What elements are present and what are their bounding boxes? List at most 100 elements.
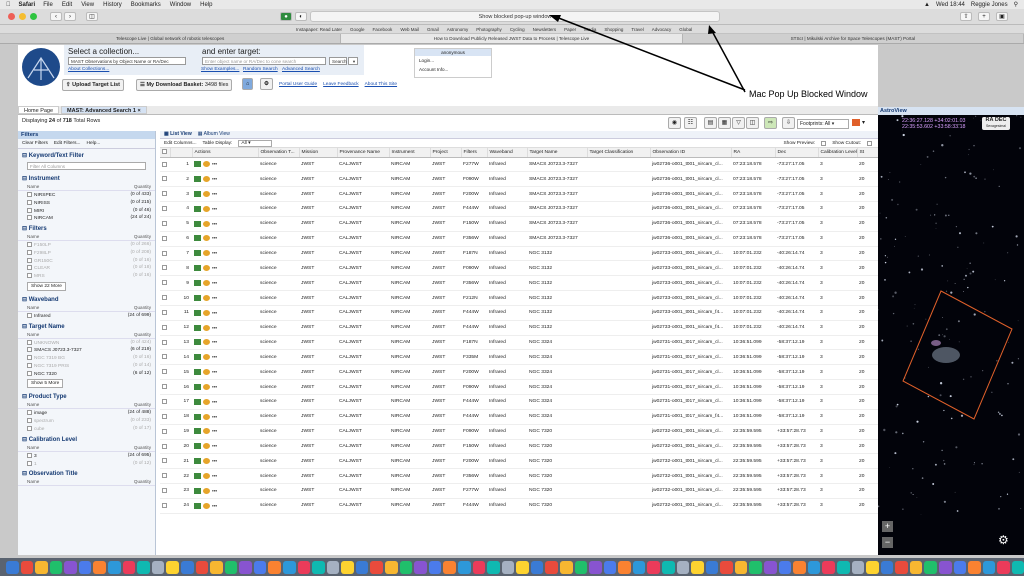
- add-to-basket-icon[interactable]: [203, 265, 210, 272]
- add-to-basket-icon[interactable]: [203, 205, 210, 212]
- preview-icon[interactable]: [194, 294, 201, 301]
- dock-app-icon[interactable]: [457, 560, 471, 574]
- more-actions-icon[interactable]: •••: [212, 237, 217, 242]
- dock-app-icon[interactable]: [35, 560, 48, 574]
- table-row[interactable]: 24 ••• science JWST CALJWST NIRCAM JWST F444W In…: [160, 498, 878, 514]
- table-row[interactable]: 8 ••• science JWST CALJWST NIRCAM JWST F090W Inf…: [160, 260, 878, 277]
- filter-checkbox[interactable]: [27, 265, 32, 271]
- column-header[interactable]: Observation T...: [258, 148, 300, 158]
- minimize-button[interactable]: [19, 13, 26, 20]
- edit-filters-button[interactable]: Edit Filters...: [54, 141, 81, 146]
- show-examples-link[interactable]: Show Examples...: [201, 67, 239, 72]
- preview-icon[interactable]: [194, 190, 201, 197]
- filter-checkbox[interactable]: [27, 347, 32, 353]
- dock-app-icon[interactable]: [399, 560, 413, 574]
- dock-app-icon[interactable]: [224, 560, 238, 574]
- row-checkbox[interactable]: [162, 428, 167, 434]
- more-actions-icon[interactable]: •••: [212, 266, 217, 271]
- add-to-basket-icon[interactable]: [203, 458, 210, 465]
- preview-icon[interactable]: [194, 502, 201, 509]
- favorite-item[interactable]: Advocacy: [652, 27, 672, 32]
- favorite-item[interactable]: Instapaper: Read Later: [296, 27, 342, 32]
- filter-option[interactable]: image (24 of 488): [18, 409, 155, 417]
- footprint-color-swatch[interactable]: [852, 119, 860, 126]
- preview-icon[interactable]: [194, 205, 201, 212]
- menu-window[interactable]: Window: [170, 2, 191, 8]
- add-to-basket-icon[interactable]: [203, 413, 210, 420]
- preview-icon[interactable]: [194, 413, 201, 420]
- row-checkbox[interactable]: [162, 161, 167, 167]
- dock-app-icon[interactable]: [764, 560, 777, 574]
- dock-app-icon[interactable]: [705, 560, 719, 574]
- privacy-icon[interactable]: ◐: [295, 12, 307, 21]
- preview-icon[interactable]: [194, 324, 201, 331]
- dock-app-icon[interactable]: [676, 560, 690, 574]
- filter-section-title[interactable]: ⊟ Instrument: [18, 172, 155, 183]
- home-icon[interactable]: ⌂: [242, 78, 254, 90]
- dock-app-icon[interactable]: [78, 560, 92, 574]
- preview-icon[interactable]: [194, 428, 201, 435]
- dock-app-icon[interactable]: [253, 560, 267, 574]
- dock-app-icon[interactable]: [180, 560, 194, 574]
- column-header[interactable]: Waveband: [487, 148, 528, 158]
- favorite-item[interactable]: Gmail: [427, 27, 439, 32]
- filter-checkbox[interactable]: [27, 460, 32, 466]
- tab-advanced-search[interactable]: MAST: Advanced Search 1 ×: [61, 106, 147, 114]
- table-row[interactable]: 12 ••• science JWST CALJWST NIRCAM JWST F444W In…: [160, 320, 878, 336]
- more-actions-icon[interactable]: •••: [212, 341, 217, 346]
- column-header[interactable]: Target Classification: [587, 148, 651, 158]
- table-row[interactable]: 19 ••• science JWST CALJWST NIRCAM JWST F090W In…: [160, 424, 878, 440]
- collapse-icon[interactable]: ⊟: [22, 297, 29, 303]
- filter-section-title[interactable]: ⊟ Filters: [18, 222, 155, 233]
- dock-app-icon[interactable]: [49, 560, 63, 574]
- preview-icon[interactable]: [194, 161, 201, 168]
- filter-option[interactable]: spectrum (0 of 233): [18, 417, 155, 425]
- table-icon[interactable]: ▦: [718, 117, 731, 129]
- dock-app-icon[interactable]: [559, 560, 573, 574]
- table-row[interactable]: 23 ••• science JWST CALJWST NIRCAM JWST F277W In…: [160, 483, 878, 499]
- row-checkbox[interactable]: [162, 309, 167, 315]
- filter-checkbox[interactable]: [27, 199, 32, 205]
- table-row[interactable]: 15 ••• science JWST CALJWST NIRCAM JWST F200W In…: [160, 364, 878, 381]
- filter-checkbox[interactable]: [27, 370, 32, 376]
- filter-checkbox[interactable]: [27, 426, 32, 432]
- search-button[interactable]: Search: [329, 57, 347, 65]
- dock-app-icon[interactable]: [997, 560, 1010, 574]
- wifi-icon[interactable]: ▲: [924, 2, 930, 8]
- favorite-item[interactable]: Web Mail: [400, 27, 419, 32]
- export-icon[interactable]: ⇨: [764, 117, 777, 129]
- table-row[interactable]: 16 ••• science JWST CALJWST NIRCAM JWST F090W In…: [160, 379, 878, 395]
- filter-checkbox[interactable]: [27, 257, 32, 263]
- dock-app-icon[interactable]: [516, 560, 529, 574]
- dock-app-icon[interactable]: [822, 560, 835, 574]
- dock-app-icon[interactable]: [195, 560, 209, 574]
- filter-option[interactable]: F150LP (0 of 266): [18, 241, 155, 249]
- dock-app-icon[interactable]: [953, 560, 967, 574]
- dock-app-icon[interactable]: [487, 560, 500, 574]
- add-to-basket-icon[interactable]: [203, 487, 210, 494]
- close-tab-icon[interactable]: ×: [137, 108, 140, 114]
- footprints-select[interactable]: Footprints: All ▾: [797, 119, 849, 129]
- more-actions-icon[interactable]: •••: [212, 192, 217, 197]
- dock-app-icon[interactable]: [501, 560, 515, 574]
- filter-section-title[interactable]: ⊟ Waveband: [18, 293, 155, 304]
- dock-app-icon[interactable]: [472, 560, 486, 574]
- dock-app-icon[interactable]: [355, 560, 369, 574]
- filter-option[interactable]: UNKNOWN (0 of 424): [18, 339, 155, 347]
- more-actions-icon[interactable]: •••: [212, 177, 217, 182]
- dock-app-icon[interactable]: [137, 560, 150, 574]
- browser-tab[interactable]: STScI | Mikulski Archive for Space Teles…: [683, 34, 1024, 43]
- filter-option[interactable]: NIRISS (0 of 215): [18, 199, 155, 207]
- dock-app-icon[interactable]: [632, 560, 646, 574]
- filter-option[interactable]: NGC 7319 PRIS (0 of 14): [18, 362, 155, 370]
- row-checkbox[interactable]: [162, 369, 167, 375]
- more-actions-icon[interactable]: •••: [212, 252, 217, 257]
- row-checkbox[interactable]: [162, 384, 167, 390]
- dock-app-icon[interactable]: [574, 560, 588, 574]
- header-link[interactable]: Leave Feedback: [323, 82, 358, 87]
- table-row[interactable]: 1 ••• science JWST CALJWST NIRCAM JWST F277W Inf…: [160, 157, 878, 173]
- zoom-out-button[interactable]: −: [882, 537, 893, 548]
- table-row[interactable]: 5 ••• science JWST CALJWST NIRCAM JWST F150W Inf…: [160, 216, 878, 232]
- table-display-select[interactable]: All ▾: [238, 139, 273, 147]
- table-row[interactable]: 17 ••• science JWST CALJWST NIRCAM JWST F444W In…: [160, 394, 878, 410]
